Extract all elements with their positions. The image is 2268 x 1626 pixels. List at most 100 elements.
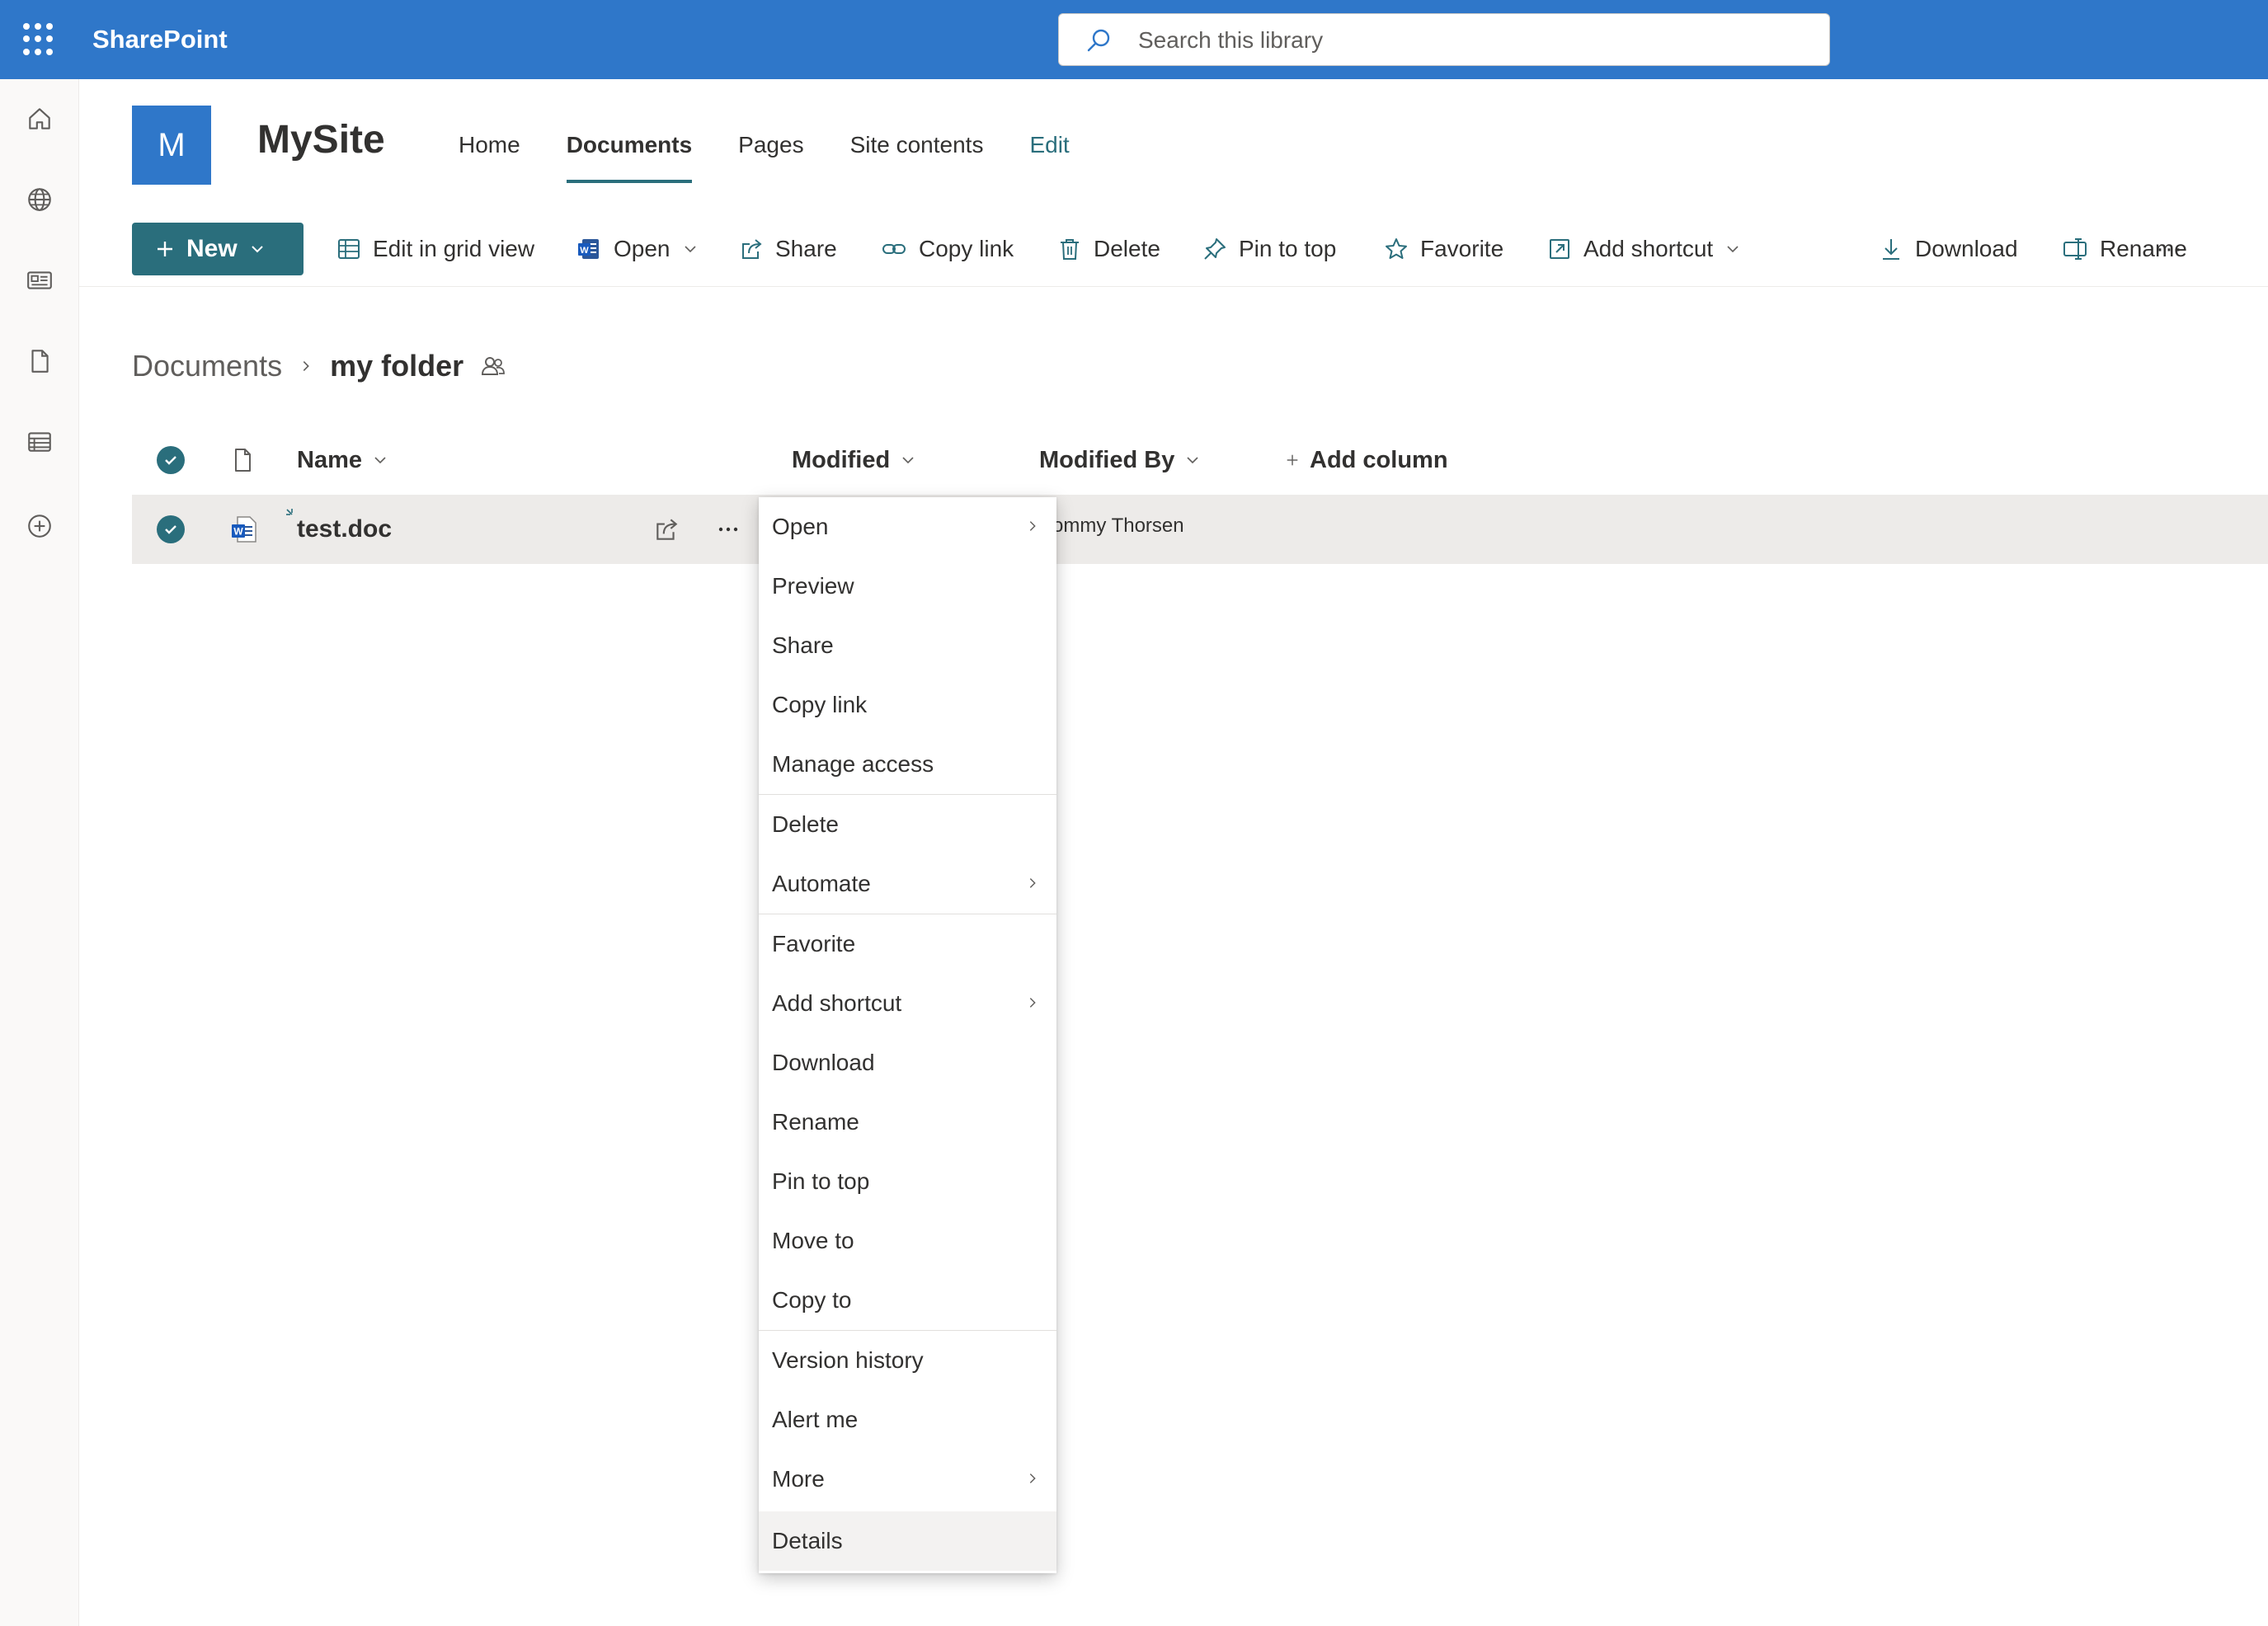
document-icon[interactable] <box>20 341 59 381</box>
shortcut-icon <box>1550 239 1569 259</box>
menu-item-favorite[interactable]: Favorite <box>759 914 1056 974</box>
pin-to-top-button[interactable]: Pin to top <box>1202 223 1336 275</box>
nav-pages[interactable]: Pages <box>738 129 803 175</box>
chevron-down-icon <box>1727 246 1739 253</box>
checkmark-icon <box>165 456 176 465</box>
pin-to-top-label: Pin to top <box>1239 236 1337 261</box>
menu-item-label: Add shortcut <box>772 990 902 1016</box>
news-icon[interactable] <box>20 261 59 300</box>
table-row[interactable]: W test.doc ommy Thorsen <box>132 495 2268 564</box>
copy-link-button[interactable]: Copy link <box>881 223 1014 275</box>
column-modified-by-label: Modified By <box>1039 447 1175 473</box>
shared-people-icon[interactable] <box>480 353 506 379</box>
menu-item-label: Rename <box>772 1109 859 1135</box>
home-icon[interactable] <box>20 99 59 139</box>
share-icon[interactable] <box>653 516 680 543</box>
menu-item-more[interactable]: More <box>759 1450 1056 1509</box>
nav-site-contents[interactable]: Site contents <box>850 129 984 175</box>
globe-icon[interactable] <box>20 180 59 219</box>
share-icon <box>742 239 762 259</box>
favorite-button[interactable]: Favorite <box>1384 223 1503 275</box>
breadcrumb: Documents my folder <box>132 346 506 386</box>
copy-link-label: Copy link <box>919 236 1014 261</box>
menu-item-label: Favorite <box>772 931 856 956</box>
menu-item-label: Alert me <box>772 1407 859 1432</box>
column-name-label: Name <box>297 447 362 473</box>
menu-item-alert-me[interactable]: Alert me <box>759 1390 1056 1450</box>
share-button[interactable]: Share <box>739 223 837 275</box>
nav-documents[interactable]: Documents <box>566 129 693 183</box>
column-modified[interactable]: Modified <box>792 435 916 485</box>
app-launcher-icon[interactable] <box>23 23 56 56</box>
menu-item-copy-link[interactable]: Copy link <box>759 675 1056 735</box>
chevron-down-icon <box>1187 457 1198 464</box>
open-button[interactable]: W Open <box>576 223 699 275</box>
chevron-right-icon <box>1029 998 1036 1008</box>
select-all-checkbox[interactable] <box>157 446 185 474</box>
rename-icon <box>2063 238 2087 260</box>
menu-item-label: Pin to top <box>772 1168 870 1194</box>
download-label: Download <box>1915 236 2018 261</box>
search-icon <box>1087 29 1110 52</box>
grid-icon <box>338 239 360 259</box>
add-shortcut-button[interactable]: Add shortcut <box>1547 223 1741 275</box>
menu-item-automate[interactable]: Automate <box>759 854 1056 914</box>
more-actions-icon[interactable] <box>716 521 741 538</box>
menu-item-preview[interactable]: Preview <box>759 557 1056 616</box>
new-button[interactable]: New <box>132 223 303 275</box>
menu-item-label: Copy to <box>772 1287 852 1313</box>
favorite-label: Favorite <box>1420 236 1504 261</box>
menu-item-copy-to[interactable]: Copy to <box>759 1271 1056 1330</box>
menu-item-open[interactable]: Open <box>759 497 1056 557</box>
plus-icon <box>1287 454 1298 466</box>
menu-item-label: Manage access <box>772 751 934 777</box>
menu-item-download[interactable]: Download <box>759 1033 1056 1093</box>
edit-grid-button[interactable]: Edit in grid view <box>336 223 534 275</box>
chevron-down-icon <box>251 246 263 253</box>
download-icon <box>1883 239 1899 260</box>
column-modified-label: Modified <box>792 447 891 473</box>
site-logo[interactable]: M <box>132 106 211 185</box>
download-button[interactable]: Download <box>1879 223 2018 275</box>
menu-item-details[interactable]: Details <box>759 1511 1056 1571</box>
menu-item-version-history[interactable]: Version history <box>759 1331 1056 1390</box>
chevron-down-icon <box>902 457 914 464</box>
menu-item-label: Details <box>772 1528 843 1553</box>
site-title[interactable]: MySite <box>257 115 385 165</box>
list-icon[interactable] <box>20 422 59 462</box>
star-icon <box>1386 238 1407 259</box>
checkmark-icon <box>165 525 176 534</box>
nav-edit[interactable]: Edit <box>1029 129 1069 175</box>
chevron-right-icon <box>1029 1473 1036 1483</box>
column-name[interactable]: Name <box>297 435 388 485</box>
menu-item-add-shortcut[interactable]: Add shortcut <box>759 974 1056 1033</box>
context-menu: Open Preview Share Copy link Manage acce… <box>759 497 1056 1573</box>
breadcrumb-documents[interactable]: Documents <box>132 349 282 383</box>
add-circle-icon[interactable] <box>20 506 59 546</box>
modified-by-value[interactable]: ommy Thorsen <box>1052 495 1184 557</box>
menu-item-delete[interactable]: Delete <box>759 795 1056 854</box>
word-document-icon: W <box>232 516 256 543</box>
word-icon: W <box>578 239 599 259</box>
chevron-right-icon <box>1029 878 1036 888</box>
file-name[interactable]: test.doc <box>297 495 392 564</box>
delete-button[interactable]: Delete <box>1057 223 1160 275</box>
column-modified-by[interactable]: Modified By <box>1039 435 1201 485</box>
add-column-label: Add column <box>1310 447 1448 473</box>
add-column-button[interactable]: Add column <box>1285 435 1448 485</box>
search-box[interactable]: Search this library <box>1058 13 1830 66</box>
menu-item-manage-access[interactable]: Manage access <box>759 735 1056 794</box>
menu-item-rename[interactable]: Rename <box>759 1093 1056 1152</box>
menu-item-pin-to-top[interactable]: Pin to top <box>759 1152 1056 1211</box>
menu-item-move-to[interactable]: Move to <box>759 1211 1056 1271</box>
svg-text:W: W <box>233 526 243 538</box>
row-checkbox[interactable] <box>157 515 185 543</box>
chevron-down-icon <box>374 457 386 464</box>
app-name[interactable]: SharePoint <box>92 23 228 56</box>
menu-item-share[interactable]: Share <box>759 616 1056 675</box>
more-commands-icon[interactable]: ··· <box>2156 223 2183 275</box>
command-bar: New Edit in grid view W Open Share Copy … <box>79 211 2268 287</box>
nav-home[interactable]: Home <box>459 129 520 175</box>
pin-icon <box>1204 238 1226 260</box>
trash-icon <box>1061 239 1079 260</box>
